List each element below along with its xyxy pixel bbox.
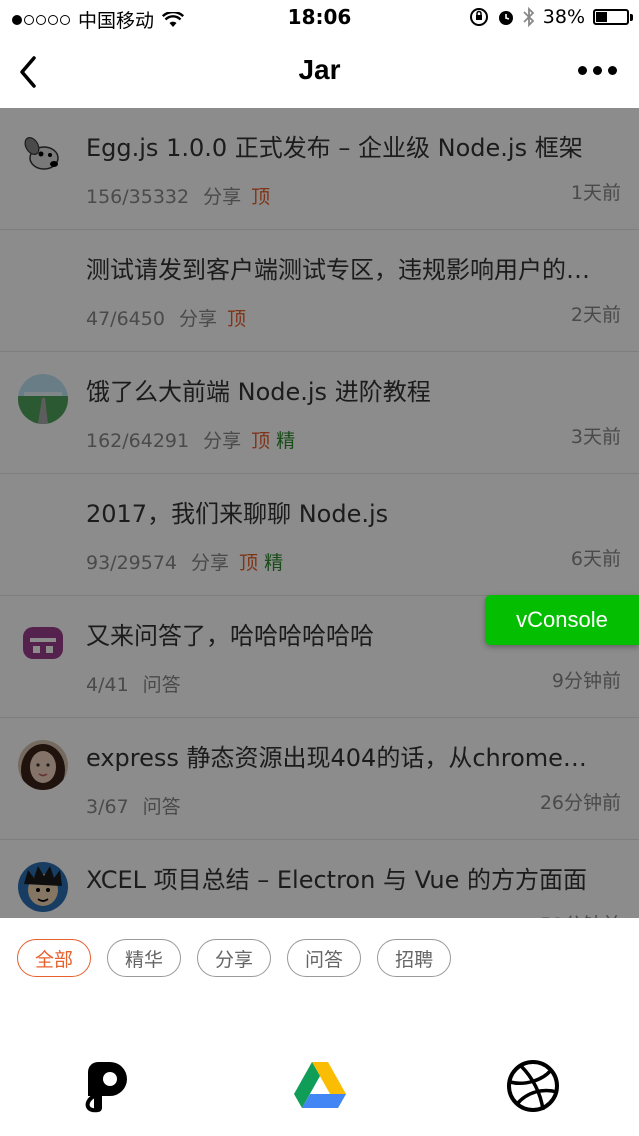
author-avatar[interactable] [18, 618, 68, 668]
reply-view-count: 47/6450 [86, 308, 165, 330]
status-bar: 中国移动 18:06 38% [0, 0, 639, 36]
reply-view-count: 156/35332 [86, 186, 190, 208]
topic-title[interactable]: express 静态资源出现404的话，从chrome… [86, 738, 621, 773]
topic-time: 6天前 [570, 548, 621, 570]
topic-meta: 3/67 问答 [86, 792, 181, 819]
good-badge: 精 [264, 552, 284, 574]
reply-view-count: 93/29574 [86, 552, 178, 574]
reply-view-count: 3/67 [86, 796, 129, 818]
topic-title[interactable]: 饿了么大前端 Node.js 进阶教程 [86, 372, 621, 407]
topic-row[interactable]: XCEL 项目总结 – Electron 与 Vue 的方方面面 51分钟前 [0, 840, 639, 918]
topic-time: 26分钟前 [539, 792, 621, 814]
topic-meta: 47/6450 分享顶 [86, 304, 246, 331]
alarm-icon [498, 11, 513, 25]
dribbble-icon[interactable] [505, 1058, 561, 1114]
topic-title[interactable]: XCEL 项目总结 – Electron 与 Vue 的方方面面 [86, 860, 621, 895]
topic-tab: 分享 [203, 186, 242, 208]
filter-bar: 全部 精华 分享 问答 招聘 [0, 918, 639, 1000]
battery-icon [593, 9, 633, 25]
rotation-lock-icon [469, 8, 488, 26]
topic-tab: 分享 [203, 430, 242, 452]
bluetooth-icon [523, 7, 535, 27]
topic-time: 1天前 [570, 182, 621, 204]
filter-chip[interactable]: 分享 [197, 939, 272, 977]
author-avatar[interactable] [18, 130, 68, 180]
google-drive-icon[interactable] [292, 1058, 348, 1114]
topic-row[interactable]: express 静态资源出现404的话，从chrome… 3/67 问答 26分钟前 [0, 718, 639, 840]
filter-chip[interactable]: 招聘 [377, 939, 452, 977]
reply-view-count: 4/41 [86, 674, 129, 696]
good-badge: 精 [276, 430, 296, 452]
topic-row[interactable]: 测试请发到客户端测试专区，违规影响用户的… 47/6450 分享顶 2天前 [0, 230, 639, 352]
filter-chip[interactable]: 问答 [287, 939, 362, 977]
author-avatar[interactable] [18, 862, 68, 912]
top-badge: 顶 [239, 552, 259, 574]
topic-meta: 162/64291 分享顶精 [86, 426, 295, 453]
topic-title[interactable]: 测试请发到客户端测试专区，违规影响用户的… [86, 250, 621, 285]
page-title: Jar [298, 54, 341, 85]
topic-tab: 分享 [178, 308, 217, 330]
topic-time: 9分钟前 [551, 670, 621, 692]
topic-tab: 问答 [142, 796, 181, 818]
top-badge: 顶 [251, 186, 271, 208]
topic-meta: 93/29574 分享顶精 [86, 548, 283, 575]
topic-title[interactable]: Egg.js 1.0.0 正式发布 – 企业级 Node.js 框架 [86, 128, 621, 163]
filter-chip[interactable]: 全部 [17, 939, 92, 977]
author-avatar[interactable] [18, 374, 68, 424]
topic-meta: 156/35332 分享顶 [86, 182, 270, 209]
status-right: 38% [469, 6, 633, 28]
topic-time: 2天前 [570, 304, 621, 326]
filter-chip[interactable]: 精华 [107, 939, 182, 977]
topic-meta: 4/41 问答 [86, 670, 181, 697]
topic-row[interactable]: Egg.js 1.0.0 正式发布 – 企业级 Node.js 框架 156/35… [0, 108, 639, 230]
topic-row[interactable]: 饿了么大前端 Node.js 进阶教程 162/64291 分享顶精 3天前 [0, 352, 639, 474]
author-avatar[interactable] [18, 740, 68, 790]
top-badge: 顶 [251, 430, 271, 452]
nav-bar: Jar [0, 36, 639, 108]
more-options-icon[interactable] [578, 66, 617, 75]
producthunt-p-icon[interactable] [80, 1058, 136, 1114]
topic-row[interactable]: 2017，我们来聊聊 Node.js 93/29574 分享顶精 6天前 [0, 474, 639, 596]
reply-view-count: 162/64291 [86, 430, 190, 452]
top-badge: 顶 [226, 308, 246, 330]
topic-tab: 问答 [142, 674, 181, 696]
topic-title[interactable]: 2017，我们来聊聊 Node.js [86, 494, 621, 529]
battery-percent: 38% [542, 6, 585, 28]
topic-time: 3天前 [570, 426, 621, 448]
topic-list: Egg.js 1.0.0 正式发布 – 企业级 Node.js 框架 156/35… [0, 108, 639, 918]
bottom-bar [0, 1000, 639, 1136]
topic-tab: 分享 [191, 552, 230, 574]
topic-time: 51分钟前 [540, 910, 621, 918]
vconsole-button[interactable]: vConsole [485, 595, 639, 645]
